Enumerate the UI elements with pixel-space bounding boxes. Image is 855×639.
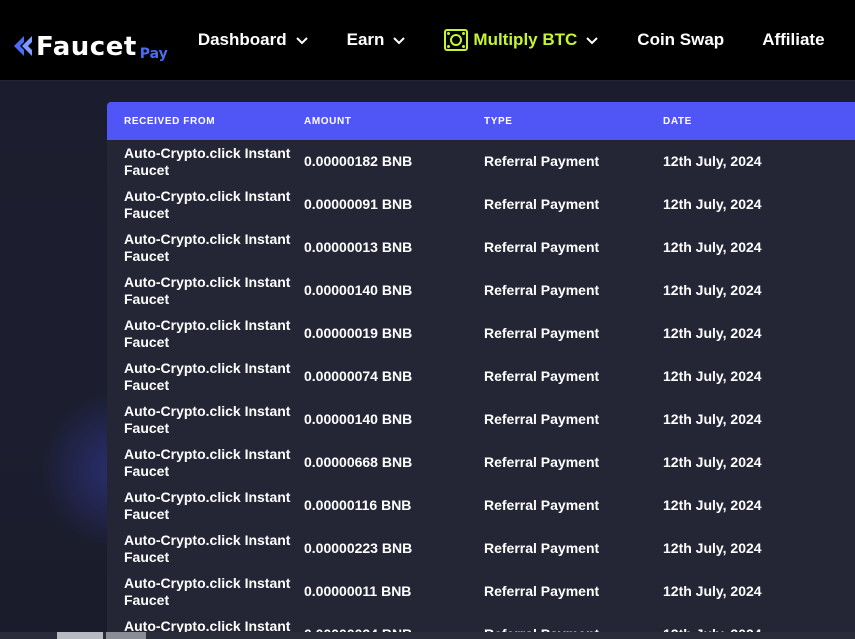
cell-amount: 0.00000223 BNB bbox=[304, 540, 413, 556]
column-header-amount[interactable]: AMOUNT bbox=[304, 116, 484, 127]
cell-amount: 0.00000140 BNB bbox=[304, 282, 413, 298]
table-row: Auto-Crypto.click Instant Faucet 0.000000… bbox=[107, 312, 855, 355]
column-header-type[interactable]: TYPE bbox=[484, 116, 663, 127]
cell-amount: 0.00000091 BNB bbox=[304, 196, 413, 212]
cell-date: 12th July, 2024 bbox=[663, 153, 762, 169]
column-header-date[interactable]: DATE bbox=[663, 116, 843, 127]
cell-received-from: Auto-Crypto.click Instant Faucet bbox=[124, 531, 291, 565]
cell-type: Referral Payment bbox=[484, 540, 600, 556]
chevron-down-icon bbox=[393, 37, 406, 45]
table-row: Auto-Crypto.click Instant Faucet 0.000001… bbox=[107, 140, 855, 183]
nav-item-affiliate[interactable]: Affiliate bbox=[762, 30, 824, 50]
logo-text: Faucet bbox=[36, 32, 137, 62]
cell-received-from: Auto-Crypto.click Instant Faucet bbox=[124, 144, 291, 178]
chevron-down-icon bbox=[295, 37, 308, 45]
payments-table: RECEIVED FROM AMOUNT TYPE DATE Auto-Cryp… bbox=[107, 102, 855, 639]
horizontal-scrollbar[interactable] bbox=[0, 632, 855, 639]
cell-amount: 0.00000140 BNB bbox=[304, 411, 413, 427]
cell-date: 12th July, 2024 bbox=[663, 540, 762, 556]
table-row: Auto-Crypto.click Instant Faucet 0.000000… bbox=[107, 183, 855, 226]
nav-item-label: Coin Swap bbox=[637, 30, 725, 49]
cell-received-from: Auto-Crypto.click Instant Faucet bbox=[124, 187, 291, 221]
cell-amount: 0.00000013 BNB bbox=[304, 239, 413, 255]
cell-date: 12th July, 2024 bbox=[663, 282, 762, 298]
nav-item-earn[interactable]: Earn bbox=[347, 30, 407, 50]
cell-received-from: Auto-Crypto.click Instant Faucet bbox=[124, 445, 291, 479]
cell-type: Referral Payment bbox=[484, 583, 600, 599]
cell-date: 12th July, 2024 bbox=[663, 325, 762, 341]
cell-amount: 0.00000182 BNB bbox=[304, 153, 413, 169]
cell-type: Referral Payment bbox=[484, 368, 600, 384]
cell-type: Referral Payment bbox=[484, 282, 600, 298]
scrollbar-thumb[interactable] bbox=[106, 632, 146, 639]
cell-type: Referral Payment bbox=[484, 497, 600, 513]
cell-date: 12th July, 2024 bbox=[663, 411, 762, 427]
cell-amount: 0.00000074 BNB bbox=[304, 368, 413, 384]
cell-received-from: Auto-Crypto.click Instant Faucet bbox=[124, 574, 291, 608]
table-row: Auto-Crypto.click Instant Faucet 0.000001… bbox=[107, 269, 855, 312]
nav-item-label: Multiply BTC bbox=[473, 30, 578, 49]
cell-type: Referral Payment bbox=[484, 239, 600, 255]
nav-item-dashboard[interactable]: Dashboard bbox=[198, 30, 309, 50]
cell-date: 12th July, 2024 bbox=[663, 196, 762, 212]
chevron-down-icon bbox=[586, 37, 599, 45]
logo-subtext: Pay bbox=[139, 46, 168, 62]
table-row: Auto-Crypto.click Instant Faucet 0.000000… bbox=[107, 355, 855, 398]
cell-type: Referral Payment bbox=[484, 325, 600, 341]
cell-received-from: Auto-Crypto.click Instant Faucet bbox=[124, 488, 291, 522]
table-row: Auto-Crypto.click Instant Faucet 0.000000… bbox=[107, 226, 855, 269]
cell-type: Referral Payment bbox=[484, 196, 600, 212]
cell-date: 12th July, 2024 bbox=[663, 497, 762, 513]
table-body: Auto-Crypto.click Instant Faucet 0.000001… bbox=[107, 140, 855, 639]
faucetpay-logo-icon bbox=[12, 32, 34, 60]
table-header: RECEIVED FROM AMOUNT TYPE DATE bbox=[107, 102, 855, 140]
nav-item-label: Affiliate bbox=[762, 30, 825, 49]
nav-item-coin-swap[interactable]: Coin Swap bbox=[637, 30, 724, 50]
table-row: Auto-Crypto.click Instant Faucet 0.000000… bbox=[107, 570, 855, 613]
page: Faucet Pay Dashboard Earn Multiply BTC C… bbox=[0, 0, 855, 639]
table-row: Auto-Crypto.click Instant Faucet 0.000002… bbox=[107, 527, 855, 570]
cell-amount: 0.00000011 BNB bbox=[304, 583, 412, 599]
cell-type: Referral Payment bbox=[484, 153, 600, 169]
cell-type: Referral Payment bbox=[484, 454, 600, 470]
cell-received-from: Auto-Crypto.click Instant Faucet bbox=[124, 230, 291, 264]
cell-amount: 0.00000019 BNB bbox=[304, 325, 413, 341]
cell-date: 12th July, 2024 bbox=[663, 454, 762, 470]
table-row: Auto-Crypto.click Instant Faucet 0.000006… bbox=[107, 441, 855, 484]
cell-received-from: Auto-Crypto.click Instant Faucet bbox=[124, 359, 291, 393]
cell-date: 12th July, 2024 bbox=[663, 368, 762, 384]
scrollbar-button[interactable] bbox=[57, 632, 103, 639]
cell-received-from: Auto-Crypto.click Instant Faucet bbox=[124, 402, 291, 436]
multiply-icon bbox=[444, 29, 469, 51]
cell-date: 12th July, 2024 bbox=[663, 583, 762, 599]
cell-type: Referral Payment bbox=[484, 411, 600, 427]
logo[interactable]: Faucet Pay bbox=[12, 20, 168, 62]
nav-item-label: Dashboard bbox=[197, 30, 287, 49]
cell-date: 12th July, 2024 bbox=[663, 239, 762, 255]
top-navbar: Faucet Pay Dashboard Earn Multiply BTC C… bbox=[0, 0, 855, 81]
cell-received-from: Auto-Crypto.click Instant Faucet bbox=[124, 316, 291, 350]
nav-menu: Dashboard Earn Multiply BTC Coin Swap Af… bbox=[198, 29, 855, 51]
column-header-received-from[interactable]: RECEIVED FROM bbox=[124, 116, 304, 127]
cell-amount: 0.00000116 BNB bbox=[304, 497, 412, 513]
cell-received-from: Auto-Crypto.click Instant Faucet bbox=[124, 273, 291, 307]
nav-item-multiply-btc[interactable]: Multiply BTC bbox=[444, 29, 599, 51]
table-row: Auto-Crypto.click Instant Faucet 0.000001… bbox=[107, 484, 855, 527]
table-row: Auto-Crypto.click Instant Faucet 0.000001… bbox=[107, 398, 855, 441]
nav-item-label: Earn bbox=[346, 30, 385, 49]
cell-amount: 0.00000668 BNB bbox=[304, 454, 413, 470]
